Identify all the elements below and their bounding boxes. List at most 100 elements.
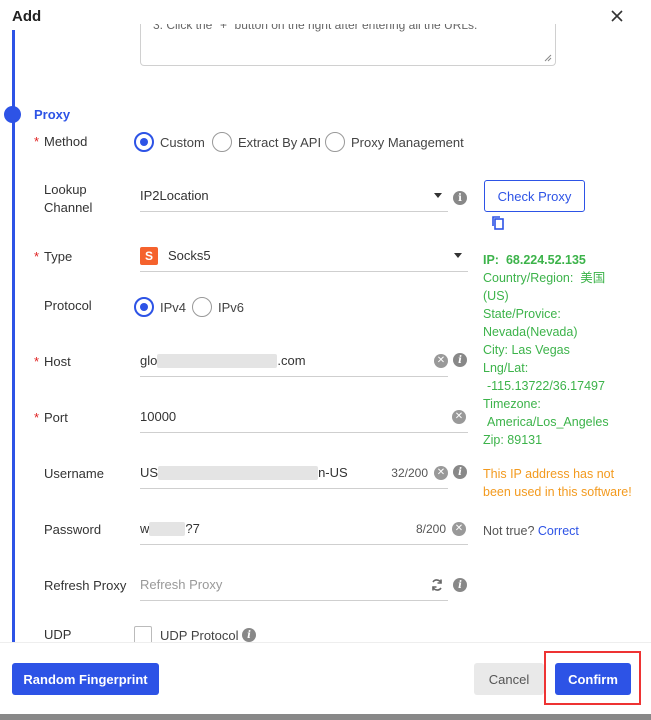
host-input[interactable]: glo .com ✕ (140, 345, 448, 377)
radio-label: Extract By API (238, 134, 322, 150)
socks5-icon: S (140, 246, 158, 265)
info-icon[interactable]: i (453, 465, 467, 479)
info-icon[interactable]: i (242, 628, 256, 642)
ip-result-panel: IP: 68.224.52.135 Country/Region: 美国 (US… (483, 251, 643, 449)
country-label: Country/Region: (483, 271, 574, 285)
urls-hint-text: 3. Click the "+" button on the right aft… (153, 24, 478, 32)
host-value-prefix: glo (140, 352, 158, 368)
lookup-channel-value: IP2Location (140, 188, 209, 203)
required-mark: * (34, 134, 40, 149)
info-icon[interactable]: i (453, 353, 467, 367)
port-input[interactable]: 10000 ✕ (140, 401, 468, 433)
correct-link[interactable]: Correct (538, 524, 579, 538)
close-icon[interactable] (609, 8, 625, 24)
lnglat-value: -115.13722/36.17497 (487, 379, 605, 393)
password-label: Password (44, 522, 102, 537)
method-custom-radio[interactable]: Custom (134, 132, 205, 152)
password-value: w ?7 (140, 521, 416, 537)
window-bottom-bar (0, 714, 651, 720)
timezone-value: America/Los_Angeles (487, 415, 609, 429)
username-value: US n-US (140, 465, 391, 481)
method-management-radio[interactable]: Proxy Management (325, 132, 464, 152)
char-count: 32/200 (391, 465, 428, 480)
radio-label: Custom (160, 134, 205, 150)
radio-unchecked-icon (325, 132, 345, 152)
dialog-title: Add (12, 8, 42, 25)
confirm-highlight-box (544, 651, 641, 705)
chevron-down-icon[interactable] (434, 193, 442, 198)
host-value-suffix: .com (277, 352, 306, 368)
ip-value: 68.224.52.135 (505, 253, 586, 267)
city-line: City: Las Vegas (483, 343, 570, 357)
host-value: glo .com (140, 353, 434, 369)
protocol-ipv4-radio[interactable]: IPv4 (134, 297, 186, 317)
copy-icon[interactable] (490, 215, 506, 231)
radio-checked-icon (134, 132, 154, 152)
username-input[interactable]: US n-US 32/200 ✕ (140, 457, 448, 489)
proxy-section-title: Proxy (34, 107, 71, 122)
username-value-suffix: n-US (318, 464, 348, 480)
lookup-channel-label: Lookup Channel (44, 181, 92, 217)
urls-textarea[interactable]: 3. Click the "+" button on the right aft… (140, 24, 556, 66)
host-label: Host (44, 354, 71, 369)
protocol-ipv6-radio[interactable]: IPv6 (192, 297, 244, 317)
type-select[interactable]: S Socks5 (140, 240, 468, 272)
timezone-label: Timezone: (483, 397, 541, 411)
lnglat-label: Lng/Lat: (483, 361, 529, 375)
not-true-text: Not true? Correct (483, 524, 579, 538)
port-value: 10000 (140, 409, 177, 424)
resize-handle-icon[interactable] (544, 54, 552, 62)
add-dialog: Add 3. Click the "+" button on the right… (0, 0, 651, 720)
required-mark: * (34, 354, 40, 369)
udp-checkbox-label: UDP Protocol (160, 628, 239, 643)
password-value-prefix: w (140, 520, 150, 536)
radio-checked-icon (134, 297, 154, 317)
unused-ip-warning: This IP address has not been used in thi… (483, 467, 632, 499)
dialog-footer: Random Fingerprint Cancel Confirm (0, 642, 651, 714)
ip-line: IP: 68.224.52.135 (483, 251, 643, 269)
lookup-channel-select[interactable]: IP2Location (140, 180, 448, 212)
state-value: Nevada(Nevada) (483, 325, 578, 339)
protocol-label: Protocol (44, 298, 92, 313)
zip-line: Zip: 89131 (483, 433, 543, 447)
radio-label: IPv4 (160, 299, 187, 315)
state-label: State/Provice: (483, 307, 561, 321)
ip-label: IP: (483, 253, 499, 267)
clear-icon[interactable]: ✕ (434, 353, 448, 368)
clear-icon[interactable]: ✕ (452, 521, 466, 536)
check-proxy-button[interactable]: Check Proxy (484, 180, 585, 212)
country-value: 美国 (580, 271, 606, 285)
chevron-down-icon[interactable] (454, 253, 462, 258)
info-icon[interactable]: i (453, 191, 467, 205)
method-label: Method (44, 134, 88, 149)
type-label: Type (44, 249, 73, 264)
refresh-icon[interactable] (430, 578, 444, 592)
info-icon[interactable]: i (453, 578, 467, 592)
cancel-button[interactable]: Cancel (474, 663, 544, 695)
radio-label: Proxy Management (351, 134, 464, 150)
redacted-text (149, 522, 186, 537)
radio-label: IPv6 (218, 299, 245, 315)
username-label: Username (44, 466, 104, 481)
redacted-text (157, 354, 278, 369)
label-line: Lookup (44, 182, 87, 197)
label-line: Channel (44, 200, 93, 215)
password-input[interactable]: w ?7 8/200 ✕ (140, 513, 468, 545)
radio-unchecked-icon (212, 132, 232, 152)
country-code: (US) (483, 289, 509, 303)
refresh-proxy-label: Refresh Proxy (44, 578, 127, 593)
random-fingerprint-button[interactable]: Random Fingerprint (12, 663, 159, 695)
clear-icon[interactable]: ✕ (452, 409, 466, 424)
char-count: 8/200 (415, 521, 446, 536)
refresh-proxy-input[interactable]: Refresh Proxy (140, 569, 448, 601)
refresh-proxy-placeholder: Refresh Proxy (140, 577, 223, 592)
clear-icon[interactable]: ✕ (434, 465, 448, 480)
step-dot (4, 106, 21, 123)
radio-unchecked-icon (192, 297, 212, 317)
required-mark: * (34, 410, 40, 425)
method-api-radio[interactable]: Extract By API (212, 132, 321, 152)
password-value-suffix: ?7 (185, 520, 200, 536)
required-mark: * (34, 249, 40, 264)
port-label: Port (44, 410, 68, 425)
country-line: Country/Region: 美国 (483, 269, 643, 287)
